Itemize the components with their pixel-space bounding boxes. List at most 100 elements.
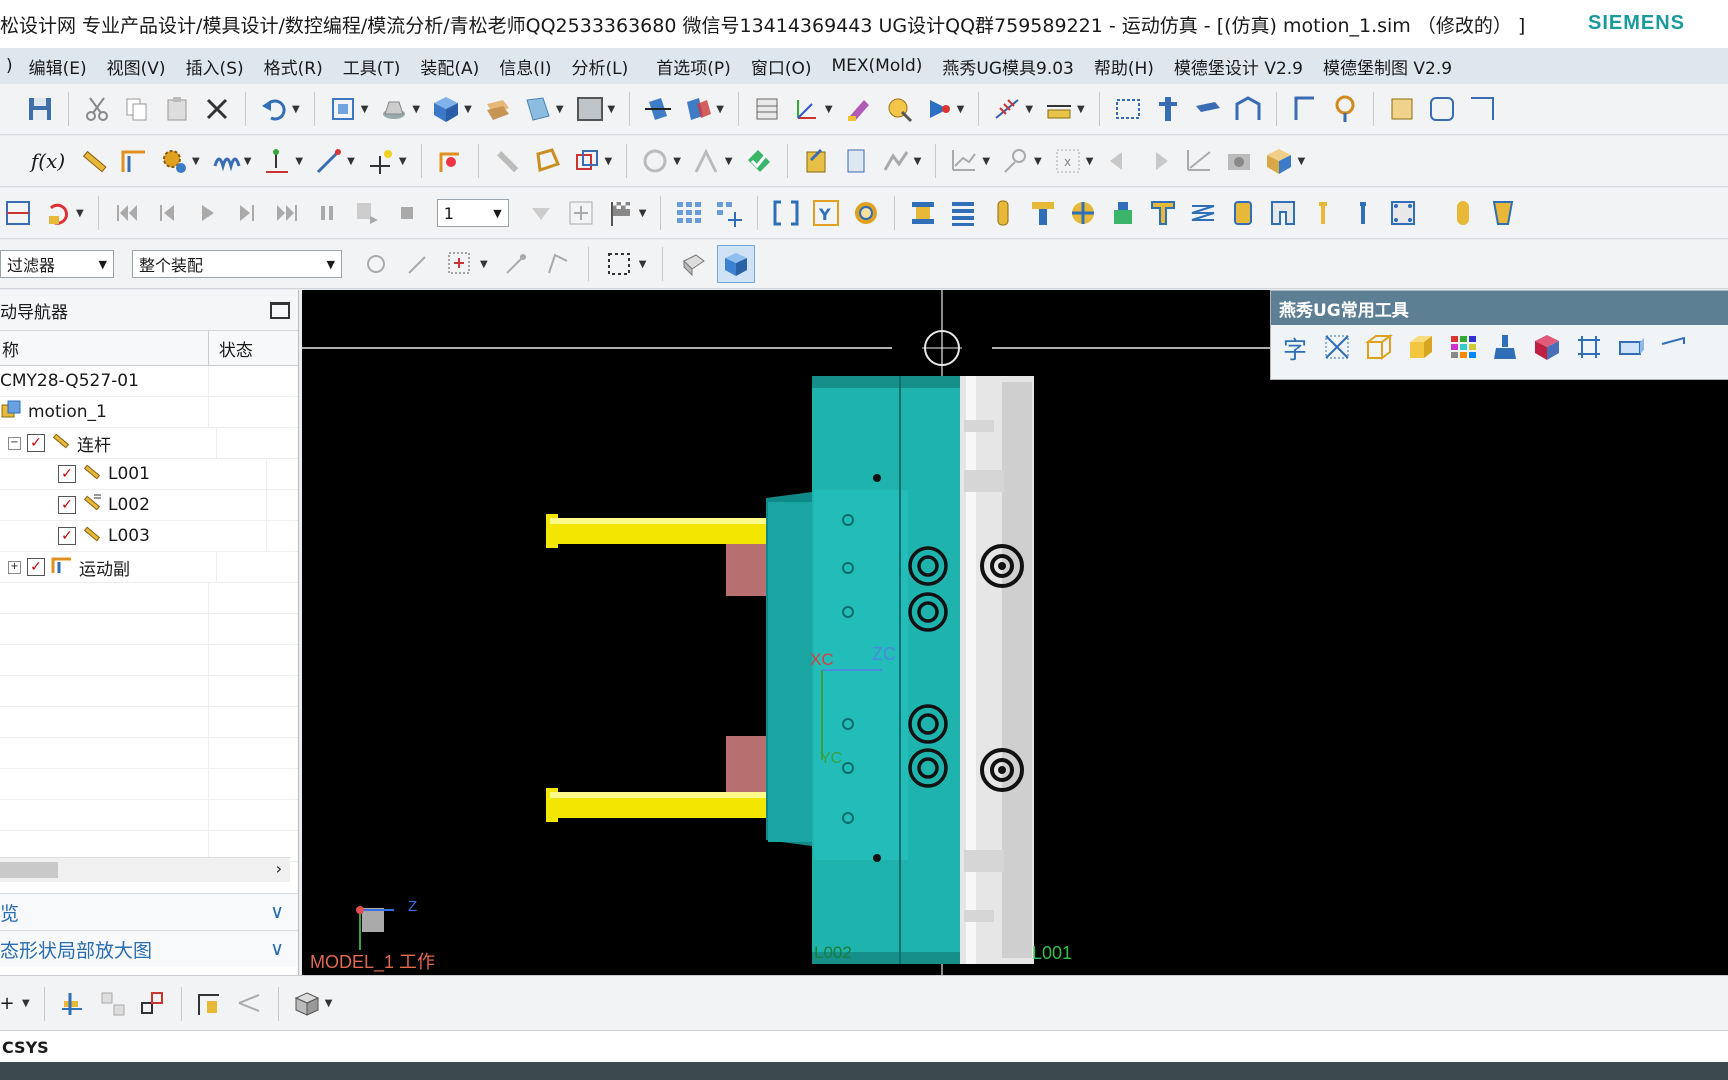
- column-header-name[interactable]: 称: [0, 331, 209, 365]
- menu-item-mode-drawing[interactable]: 模德堡制图 V2.9: [1313, 54, 1462, 79]
- chart-icon[interactable]: [1181, 143, 1217, 179]
- snap-point-icon[interactable]: [400, 246, 436, 282]
- navigator-horizontal-scrollbar[interactable]: ›: [0, 857, 290, 882]
- animation-export-icon[interactable]: [1221, 143, 1257, 179]
- link-icon[interactable]: [76, 143, 112, 179]
- text-tool-icon[interactable]: 字: [1277, 329, 1313, 365]
- menu-item-edit[interactable]: 编辑(E): [19, 54, 97, 79]
- layer-icon[interactable]: [480, 91, 516, 127]
- expression-dropdown-icon[interactable]: ▼: [1086, 156, 1094, 167]
- tree-row-link-l001[interactable]: ✓ L001: [0, 459, 298, 490]
- section-icon[interactable]: [520, 91, 556, 127]
- assembly-navigator-icon[interactable]: [55, 986, 91, 1022]
- lifter-icon[interactable]: [1230, 91, 1266, 127]
- add-selection-icon[interactable]: [442, 246, 478, 282]
- undo-dropdown-icon[interactable]: ▼: [292, 104, 300, 115]
- ejector-icon[interactable]: [1150, 91, 1186, 127]
- table-icon[interactable]: [749, 91, 785, 127]
- preview-accordion[interactable]: 览 ∨: [0, 893, 298, 930]
- bracket-icon[interactable]: [768, 195, 804, 231]
- menu-item-mode-design[interactable]: 模德堡设计 V2.9: [1164, 54, 1313, 79]
- reference-set-icon[interactable]: [192, 986, 228, 1022]
- red-cube-icon[interactable]: [1529, 329, 1565, 365]
- constraints-icon[interactable]: [135, 986, 171, 1022]
- t-slot-icon[interactable]: [1145, 195, 1181, 231]
- mold-split-icon[interactable]: [1110, 91, 1146, 127]
- scrollbar-thumb[interactable]: [0, 862, 58, 878]
- flag-dropdown-icon[interactable]: ▼: [639, 208, 647, 219]
- gear-icon[interactable]: [156, 143, 192, 179]
- trace-icon[interactable]: [998, 143, 1034, 179]
- type-filter-select[interactable]: 过滤器 ▼: [0, 250, 114, 278]
- force-icon[interactable]: [689, 143, 725, 179]
- assembly-constraint-icon[interactable]: [680, 91, 716, 127]
- ruler-icon[interactable]: [1041, 91, 1077, 127]
- frame-icon[interactable]: [1464, 91, 1500, 127]
- expand-toggle-icon[interactable]: +: [8, 560, 21, 574]
- graphics-viewport[interactable]: XC ZC YC Z MODEL_1 工作 L002 L001: [302, 290, 1728, 975]
- tree-row-link-l002[interactable]: ✓ L002: [0, 490, 298, 521]
- box-outline-icon[interactable]: [1361, 329, 1397, 365]
- undo-icon[interactable]: [256, 91, 292, 127]
- bushing-icon[interactable]: [637, 143, 673, 179]
- array-icon[interactable]: [671, 195, 707, 231]
- detail-view-accordion[interactable]: 态形状局部放大图 ∨: [0, 930, 298, 967]
- save-icon[interactable]: [22, 91, 58, 127]
- marker-dropdown-icon[interactable]: ▼: [295, 156, 303, 167]
- insert-block-icon[interactable]: [1225, 195, 1261, 231]
- interference-icon[interactable]: [569, 143, 605, 179]
- wave-link-icon[interactable]: [232, 986, 268, 1022]
- forward-arrow-icon[interactable]: [1141, 143, 1177, 179]
- menu-item-format[interactable]: 格式(R): [254, 54, 333, 79]
- visibility-checkbox[interactable]: ✓: [58, 527, 76, 545]
- report-icon[interactable]: [838, 143, 874, 179]
- collapse-toggle-icon[interactable]: −: [8, 436, 21, 450]
- extrude-icon[interactable]: [1613, 329, 1649, 365]
- add-selection-dropdown-icon[interactable]: ▼: [480, 259, 488, 270]
- column-header-status[interactable]: 状态: [209, 331, 298, 365]
- package-dropdown-icon[interactable]: ▼: [1297, 156, 1305, 167]
- expression-icon[interactable]: x: [1050, 143, 1086, 179]
- pause-icon[interactable]: [309, 195, 345, 231]
- ring-icon[interactable]: [848, 195, 884, 231]
- yanxiu-panel-title[interactable]: 燕秀UG常用工具: [1271, 291, 1728, 325]
- graph-dropdown-icon[interactable]: ▼: [914, 156, 922, 167]
- interference-dropdown-icon[interactable]: ▼: [605, 156, 613, 167]
- cable-icon[interactable]: [489, 143, 525, 179]
- cube-dropdown-icon[interactable]: ▼: [464, 104, 472, 115]
- package-icon[interactable]: [1261, 143, 1297, 179]
- menu-item-mex[interactable]: MEX(Mold): [821, 56, 932, 76]
- cut-icon[interactable]: [79, 91, 115, 127]
- previous-frame-icon[interactable]: [149, 195, 185, 231]
- spring-dropdown-icon[interactable]: ▼: [1025, 104, 1033, 115]
- capsule-icon[interactable]: [1445, 195, 1481, 231]
- box-select-icon[interactable]: [601, 246, 637, 282]
- graph-icon[interactable]: [878, 143, 914, 179]
- paste-icon[interactable]: [159, 91, 195, 127]
- vector-icon[interactable]: [311, 143, 347, 179]
- shaded-view-icon[interactable]: [376, 91, 412, 127]
- force-dropdown-icon[interactable]: ▼: [725, 156, 733, 167]
- color-palette-icon[interactable]: [1445, 329, 1481, 365]
- motion-icon[interactable]: [921, 91, 957, 127]
- constraint-dropdown-icon[interactable]: ▼: [716, 104, 724, 115]
- filter-settings-icon[interactable]: [358, 246, 394, 282]
- frame-bracket-icon[interactable]: [1571, 329, 1607, 365]
- menu-item-window[interactable]: 窗口(O): [741, 54, 822, 79]
- components-icon[interactable]: [95, 986, 131, 1022]
- spring-coil-icon[interactable]: [208, 143, 244, 179]
- tree-row-model[interactable]: motion_1: [0, 397, 298, 428]
- frame-count-select[interactable]: 1 ▼: [436, 199, 509, 227]
- background-dropdown-icon[interactable]: ▼: [608, 104, 616, 115]
- reset-icon[interactable]: [40, 195, 76, 231]
- move-array-icon[interactable]: [711, 195, 747, 231]
- plus-dropdown-icon[interactable]: ▼: [22, 998, 30, 1009]
- plates-icon[interactable]: [945, 195, 981, 231]
- bushing-dropdown-icon[interactable]: ▼: [673, 156, 681, 167]
- tree-row-links-group[interactable]: − ✓ 连杆: [0, 428, 298, 459]
- formula-fx-icon[interactable]: f(x): [24, 143, 72, 179]
- spring-icon[interactable]: [989, 91, 1025, 127]
- next-frame-icon[interactable]: [229, 195, 265, 231]
- rounded-box-icon[interactable]: [1424, 91, 1460, 127]
- point-icon[interactable]: [363, 143, 399, 179]
